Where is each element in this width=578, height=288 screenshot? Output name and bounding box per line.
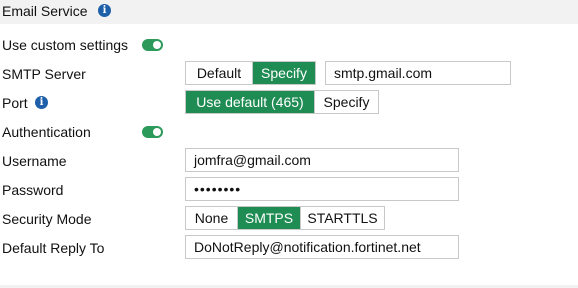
port-label: Port	[2, 95, 28, 111]
smtp-server-selector: Default Specify	[185, 61, 316, 85]
security-smtps-option[interactable]: SMTPS	[237, 207, 300, 229]
security-starttls-option[interactable]: STARTTLS	[300, 207, 384, 229]
custom-settings-toggle[interactable]	[142, 39, 163, 51]
password-label: Password	[2, 182, 64, 198]
username-label: Username	[2, 153, 67, 169]
port-default-option[interactable]: Use default (465)	[186, 91, 314, 113]
smtp-server-label: SMTP Server	[2, 66, 86, 82]
authentication-toggle[interactable]	[142, 126, 163, 138]
smtp-server-input[interactable]: smtp.gmail.com	[325, 61, 511, 85]
info-icon[interactable]: i	[35, 96, 48, 109]
port-specify-option[interactable]: Specify	[314, 91, 378, 113]
authentication-label: Authentication	[2, 124, 91, 140]
section-title: Email Service	[2, 3, 88, 19]
smtp-specify-option[interactable]: Specify	[252, 62, 315, 84]
username-input[interactable]: jomfra@gmail.com	[185, 148, 459, 172]
smtp-default-option[interactable]: Default	[186, 62, 252, 84]
port-selector: Use default (465) Specify	[185, 90, 379, 114]
custom-settings-label: Use custom settings	[2, 37, 129, 53]
password-input[interactable]: ••••••••	[185, 177, 459, 201]
security-mode-label: Security Mode	[2, 211, 92, 227]
security-none-option[interactable]: None	[186, 207, 237, 229]
info-icon[interactable]: i	[98, 4, 111, 17]
toggle-knob	[153, 128, 161, 136]
toggle-knob	[153, 41, 161, 49]
reply-to-input[interactable]: DoNotReply@notification.fortinet.net	[185, 235, 459, 259]
section-header: Email Service i	[0, 0, 578, 24]
security-mode-selector: None SMTPS STARTTLS	[185, 206, 385, 230]
reply-to-label: Default Reply To	[2, 240, 105, 256]
